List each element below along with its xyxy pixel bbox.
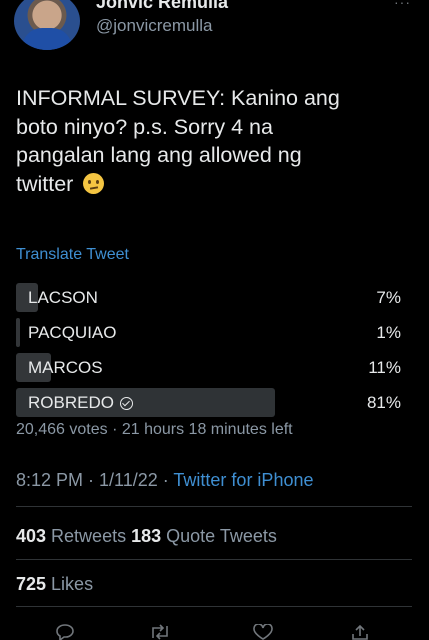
poll-option-text: ROBREDO: [28, 393, 114, 412]
poll-option: PACQUIAO 1%: [16, 317, 411, 347]
tweet-text-line: boto ninyo? p.s. Sorry 4 na: [16, 114, 273, 139]
poll-option-percent: 1%: [376, 323, 401, 342]
reply-icon[interactable]: [55, 624, 75, 640]
poll-option: LACSON 7%: [16, 282, 411, 312]
action-bar: [0, 620, 429, 640]
likes-label: Likes: [46, 574, 94, 594]
divider: [16, 606, 412, 607]
tweet-header: Jonvic Remulla @jonvicremulla ···: [0, 0, 429, 62]
tweet-timestamp: 8:12 PM · 1/11/22 · Twitter for iPhone: [16, 470, 313, 491]
poll-option-label: LACSON: [28, 288, 98, 308]
poll-option: MARCOS 11%: [16, 352, 411, 382]
retweets-label: Retweets: [46, 526, 132, 546]
quote-tweets-link[interactable]: 183 Quote Tweets: [131, 526, 277, 546]
tweet-source-link[interactable]: Twitter for iPhone: [173, 470, 313, 490]
confused-face-icon: [83, 172, 105, 194]
tweet-text-line: INFORMAL SURVEY: Kanino ang: [16, 86, 340, 110]
poll-option-percent: 81%: [366, 393, 401, 412]
avatar[interactable]: [14, 0, 80, 50]
translate-tweet-link[interactable]: Translate Tweet: [16, 246, 129, 264]
likes-count: 725: [16, 574, 47, 594]
poll-option-label: PACQUIAO: [28, 323, 116, 343]
tweet-text-line: twitter: [16, 170, 416, 199]
divider: [16, 559, 412, 560]
tweet-text: INFORMAL SURVEY: Kanino ang boto ninyo? …: [16, 84, 416, 198]
retweets-count: 403: [16, 526, 47, 546]
poll-option-text: MARCOS: [28, 358, 103, 377]
check-circle-icon: [119, 396, 133, 410]
tweet-text-line: pangalan lang ang allowed ng: [16, 143, 302, 167]
retweet-icon[interactable]: [148, 624, 172, 640]
retweet-stats: 403 Retweets 183 Quote Tweets: [16, 526, 277, 547]
heart-icon[interactable]: [252, 624, 274, 640]
likes-stats[interactable]: 725 Likes: [16, 574, 93, 595]
tweet-text-word: twitter: [16, 171, 74, 196]
quotes-count: 183: [131, 526, 162, 546]
poll-option-label: MARCOS: [28, 358, 103, 378]
author-name[interactable]: Jonvic Remulla: [96, 0, 228, 13]
share-icon[interactable]: [350, 624, 370, 640]
poll-option-percent: 11%: [368, 358, 401, 377]
poll-meta: 20,466 votes · 21 hours 18 minutes left: [16, 421, 293, 438]
author-handle[interactable]: @jonvicremulla: [96, 16, 212, 36]
poll: LACSON 7% PACQUIAO 1% MARCOS 11% ROBREDO 81%: [16, 282, 411, 422]
retweets-link[interactable]: 403 Retweets: [16, 526, 131, 546]
poll-option-text: PACQUIAO: [28, 323, 117, 342]
poll-option-text: LACSON: [28, 288, 98, 307]
divider: [16, 506, 412, 507]
timestamp-time[interactable]: 8:12 PM · 1/11/22 ·: [16, 470, 173, 490]
poll-option: ROBREDO 81%: [16, 387, 411, 417]
poll-option-percent: 7%: [376, 288, 401, 307]
poll-option-bar: [16, 318, 20, 347]
quotes-label: Quote Tweets: [161, 526, 277, 546]
more-options-icon[interactable]: ···: [394, 0, 411, 10]
poll-option-label: ROBREDO: [28, 393, 133, 413]
